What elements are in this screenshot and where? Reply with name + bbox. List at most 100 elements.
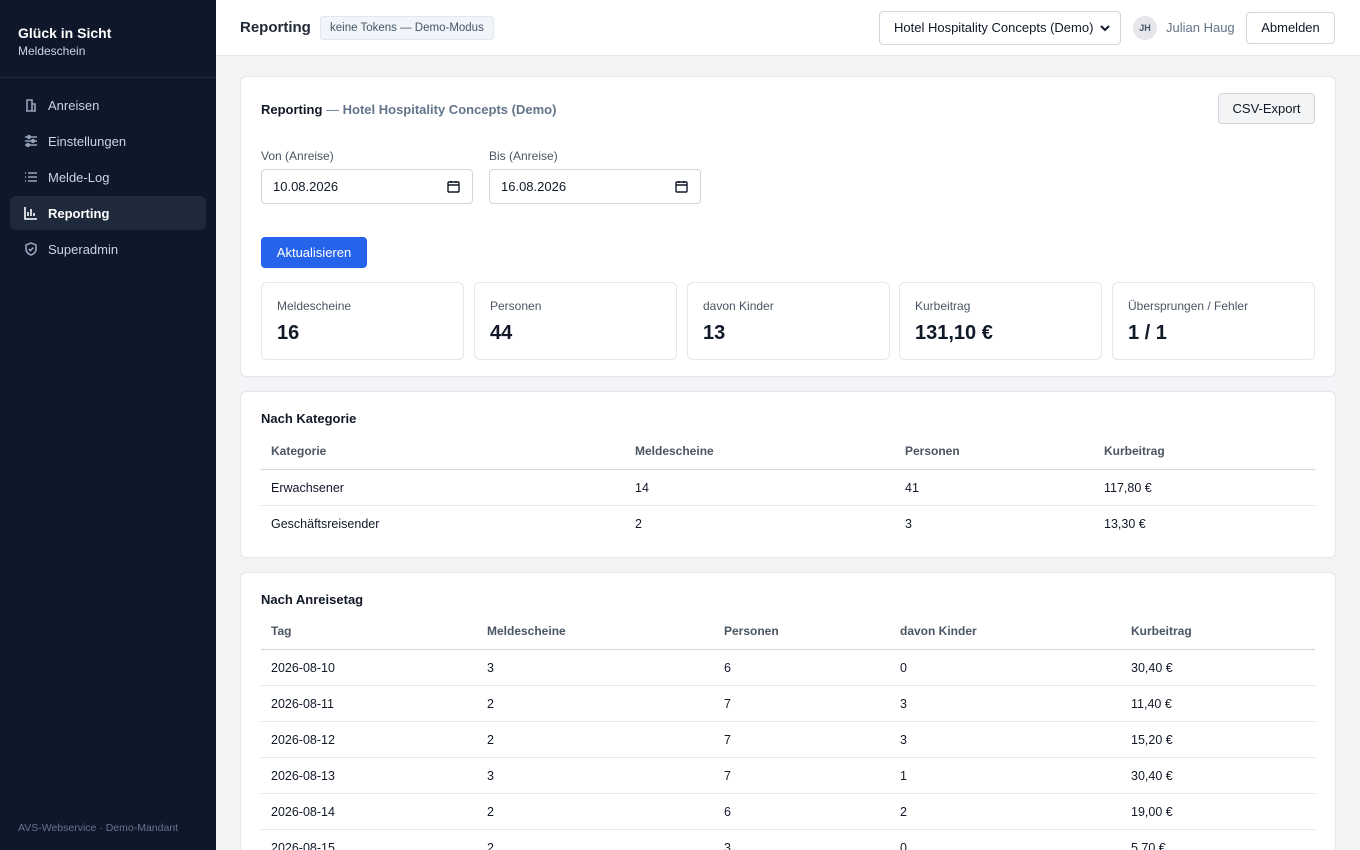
stat-card-kinder: davon Kinder 13 xyxy=(687,282,890,360)
stat-value: 44 xyxy=(490,322,513,344)
table-cell: 7 xyxy=(724,769,731,783)
table-cell: 2026-08-15 xyxy=(271,841,335,850)
column-header: Meldescheine xyxy=(635,444,714,458)
sliders-icon xyxy=(24,134,38,148)
bar-chart-icon xyxy=(24,206,38,220)
stat-card-kurbeitrag: Kurbeitrag 131,10 € xyxy=(899,282,1102,360)
shield-icon xyxy=(24,242,38,256)
sidebar: Glück in Sicht Meldeschein Anreisen Eins… xyxy=(0,0,216,850)
chevron-down-icon xyxy=(1100,25,1110,32)
table-cell: 0 xyxy=(900,841,907,850)
table-cell: 117,80 € xyxy=(1104,481,1152,495)
table-cell: 3 xyxy=(487,661,494,675)
table-cell: 5,70 € xyxy=(1131,841,1166,850)
table-cell: 14 xyxy=(635,481,649,495)
refresh-button[interactable]: Aktualisieren xyxy=(261,237,367,268)
table-cell: 30,40 € xyxy=(1131,661,1173,675)
table-cell: 3 xyxy=(724,841,731,850)
table-cell: 7 xyxy=(724,697,731,711)
sidebar-item-label: Superadmin xyxy=(48,241,119,257)
table-cell: Erwachsener xyxy=(271,481,344,495)
demo-mode-badge: keine Tokens — Demo-Modus xyxy=(320,16,494,40)
stat-value: 16 xyxy=(277,322,300,344)
table-cell: 2026-08-14 xyxy=(271,805,335,819)
from-date-value: 10.08.2026 xyxy=(273,179,339,194)
section-title: Nach Anreisetag xyxy=(261,592,364,607)
sidebar-item-anreisen[interactable]: Anreisen xyxy=(10,88,206,122)
table-cell: 2 xyxy=(900,805,907,819)
category-card: Nach Kategorie Kategorie Meldescheine Pe… xyxy=(240,391,1336,558)
table-header-row: Tag Meldescheine Personen davon Kinder K… xyxy=(261,615,1315,650)
stat-card-personen: Personen 44 xyxy=(474,282,677,360)
logout-button[interactable]: Abmelden xyxy=(1246,12,1335,44)
table-cell: Geschäftsreisender xyxy=(271,517,380,531)
card-heading: Reporting — Hotel Hospitality Concepts (… xyxy=(261,102,556,117)
calendar-icon[interactable] xyxy=(447,180,460,193)
table-cell: 13,30 € xyxy=(1104,517,1146,531)
card-subtitle: Hotel Hospitality Concepts (Demo) xyxy=(342,102,557,117)
table-cell: 7 xyxy=(724,733,731,747)
table-cell: 2 xyxy=(487,733,494,747)
table-cell: 2026-08-12 xyxy=(271,733,335,747)
avatar: JH xyxy=(1133,16,1157,40)
table-cell: 0 xyxy=(900,661,907,675)
from-date-input[interactable]: 10.08.2026 xyxy=(261,169,473,204)
table-row: 2026-08-12 2 7 3 15,20 € xyxy=(261,722,1315,758)
table-cell: 2026-08-11 xyxy=(271,697,335,711)
table-cell: 2026-08-13 xyxy=(271,769,335,783)
calendar-icon[interactable] xyxy=(675,180,688,193)
to-date-label: Bis (Anreise) xyxy=(489,149,558,163)
sidebar-item-label: Anreisen xyxy=(48,97,100,113)
section-title: Nach Kategorie xyxy=(261,411,357,426)
table-header-row: Kategorie Meldescheine Personen Kurbeitr… xyxy=(261,435,1315,470)
table-cell: 2 xyxy=(487,697,494,711)
stat-value: 131,10 € xyxy=(915,322,993,344)
table-cell: 2 xyxy=(487,841,494,850)
table-cell: 3 xyxy=(900,697,907,711)
column-header: Kurbeitrag xyxy=(1104,444,1165,458)
sidebar-item-label: Melde-Log xyxy=(48,169,110,185)
stat-label: davon Kinder xyxy=(703,299,774,313)
sidebar-nav: Anreisen Einstellungen Melde-Log Reporti… xyxy=(0,78,216,278)
building-icon xyxy=(24,98,38,112)
user-name: Julian Haug xyxy=(1166,20,1235,35)
stat-label: Meldescheine xyxy=(277,299,352,313)
column-header: davon Kinder xyxy=(900,624,977,638)
sidebar-item-reporting[interactable]: Reporting xyxy=(10,196,206,230)
sidebar-footer: AVS-Webservice · Demo-Mandant xyxy=(18,822,179,834)
brand-title: Glück in Sicht xyxy=(18,25,112,41)
column-header: Kategorie xyxy=(271,444,327,458)
tenant-select[interactable]: Hotel Hospitality Concepts (Demo) xyxy=(879,11,1121,45)
sidebar-item-melde-log[interactable]: Melde-Log xyxy=(10,160,206,194)
csv-export-button[interactable]: CSV-Export xyxy=(1218,93,1315,124)
stat-label: Kurbeitrag xyxy=(915,299,971,313)
table-row: 2026-08-15 2 3 0 5,70 € xyxy=(261,830,1315,850)
table-cell: 41 xyxy=(905,481,919,495)
table-row: 2026-08-13 3 7 1 30,40 € xyxy=(261,758,1315,794)
column-header: Personen xyxy=(905,444,960,458)
sidebar-item-einstellungen[interactable]: Einstellungen xyxy=(10,124,206,158)
table-cell: 6 xyxy=(724,661,731,675)
to-date-value: 16.08.2026 xyxy=(501,179,567,194)
stat-card-meldescheine: Meldescheine 16 xyxy=(261,282,464,360)
table-row: Geschäftsreisender 2 3 13,30 € xyxy=(261,506,1315,542)
table-cell: 2 xyxy=(487,805,494,819)
column-header: Personen xyxy=(724,624,779,638)
table-cell: 3 xyxy=(900,733,907,747)
tenant-select-value: Hotel Hospitality Concepts (Demo) xyxy=(894,20,1094,35)
sidebar-item-label: Einstellungen xyxy=(48,133,127,149)
table-row: 2026-08-14 2 6 2 19,00 € xyxy=(261,794,1315,830)
table-cell: 3 xyxy=(905,517,912,531)
list-icon xyxy=(24,170,38,184)
sidebar-item-superadmin[interactable]: Superadmin xyxy=(10,232,206,266)
table-cell: 19,00 € xyxy=(1131,805,1173,819)
page-title: Reporting xyxy=(240,19,311,36)
topbar: Reporting keine Tokens — Demo-Modus Hote… xyxy=(216,0,1360,56)
title-separator: — xyxy=(322,102,343,117)
arrival-day-table: Tag Meldescheine Personen davon Kinder K… xyxy=(261,615,1315,850)
stat-card-skipped-errors: Übersprungen / Fehler 1 / 1 xyxy=(1112,282,1315,360)
category-table: Kategorie Meldescheine Personen Kurbeitr… xyxy=(261,435,1315,542)
to-date-input[interactable]: 16.08.2026 xyxy=(489,169,701,204)
table-row: 2026-08-10 3 6 0 30,40 € xyxy=(261,650,1315,686)
table-row: 2026-08-11 2 7 3 11,40 € xyxy=(261,686,1315,722)
